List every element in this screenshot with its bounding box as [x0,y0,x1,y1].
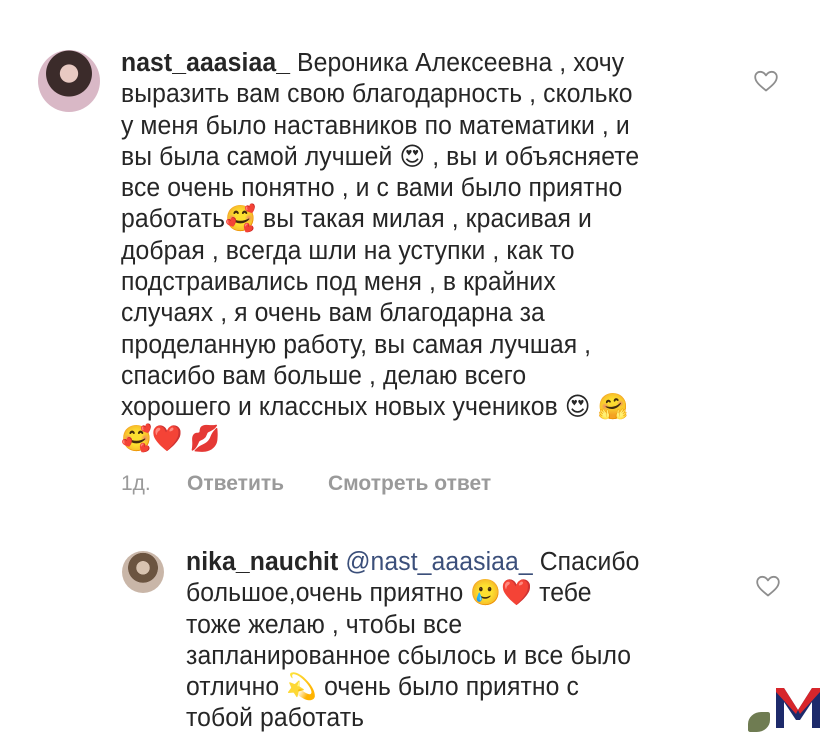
comment-line: хорошего и классных новых учеников 😍 🤗 [121,393,629,422]
reply-line: тобой работать [186,704,365,733]
comment-line: вы была самой лучшей 😍 , вы и объясняете [121,142,640,171]
reply-text: nika_nauchit @nast_aaasiaa_ Спасибо боль… [186,547,690,735]
comment-line: у меня было наставников по математики , … [121,111,630,140]
reply-line: большое,очень приятно 🥲❤️ тебе [186,579,592,608]
heart-outline-icon [754,70,778,92]
comment-line: выразить вам свою благодарность , скольк… [121,80,633,109]
heart-outline-icon [756,575,780,597]
reply-like-button[interactable] [755,574,781,598]
reply-line: тоже желаю , чтобы все [186,610,463,639]
reply-line: nika_nauchit @nast_aaasiaa_ Спасибо [186,548,640,576]
view-reply-button[interactable]: Смотреть ответ [328,472,491,496]
reply-username[interactable]: nika_nauchit [186,548,338,576]
avatar[interactable] [38,50,100,112]
comment-line: все очень понятно , и с вами было приятн… [121,174,623,203]
comment-meta: 1д. Ответить Смотреть ответ [121,472,491,496]
like-button[interactable] [753,69,779,93]
comment-line: спасибо вам больше , делаю всего [121,361,527,390]
reply-line: запланированное сбылось и все было [186,641,632,670]
comment-text: nast_aaasiaa_ Вероника Алексеевна , хочу… [121,48,703,455]
comment-line: добрая , всегда шли на уступки , как то [121,236,575,265]
comment-time: 1д. [121,472,151,495]
comment-line: nast_aaasiaa_ Вероника Алексеевна , хочу [121,49,625,77]
comment-line: 🥰❤️ 💋 [121,424,221,453]
comment-line: проделанную работу, вы самая лучшая , [121,330,592,359]
plant-leaf-icon [748,712,770,732]
reply-avatar[interactable] [122,551,164,593]
reply-button[interactable]: Ответить [187,472,328,496]
reply-line: отлично 💫 очень было приятно с [186,673,579,702]
reply-mention[interactable]: @nast_aaasiaa_ [345,548,532,576]
comment-username[interactable]: nast_aaasiaa_ [121,49,290,77]
m-logo-icon [772,684,824,730]
comment-line: работать🥰 вы такая милая , красивая и [121,205,592,234]
comment-line: случаях , я очень вам благодарна за [121,299,545,328]
comment-line: подстраивались под меня , в крайних [121,268,556,297]
